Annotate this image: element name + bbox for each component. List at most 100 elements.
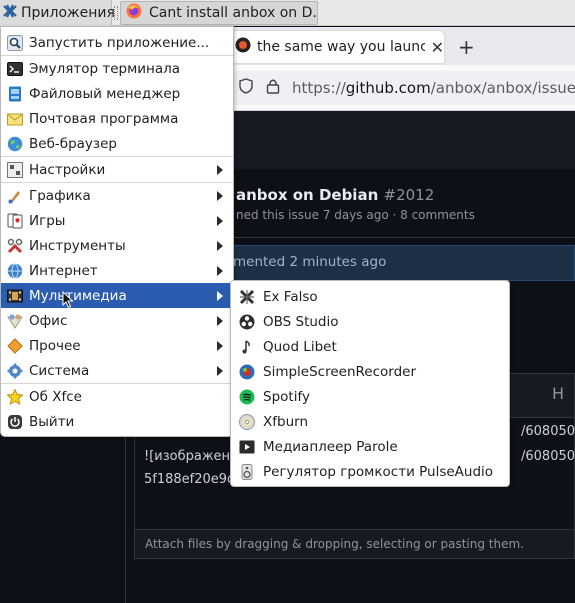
issue-title-text: anbox on Debian [236,186,379,204]
panel-separator [114,6,118,20]
menu-item-label: Графика [29,187,91,204]
menu-item-games[interactable]: Игры [1,208,233,233]
menu-item-mail[interactable]: Почтовая программа [1,106,233,131]
taskbar-window-button[interactable]: Cant install anbox on D... [120,1,318,25]
menu-item-label: Прочее [29,337,81,354]
submenu-item-pulseaudio-volume[interactable]: Регулятор громкости PulseAudio [231,459,509,484]
menu-item-label: Настройки [29,161,106,178]
tab-title: the same way you launch [257,39,425,55]
menu-item-label: Запустить приложение... [29,34,210,51]
menu-item-label: Файловый менеджер [29,85,181,102]
issue-number: #2012 [383,186,435,204]
submenu-arrow-icon [217,241,223,251]
tab-favicon-icon [235,37,251,57]
submenu-item-label: Ex Falso [263,288,318,305]
submenu-item-label: SimpleScreenRecorder [263,363,417,380]
logout-icon [7,414,23,430]
new-tab-icon[interactable]: + [458,35,475,59]
internet-icon [7,263,23,279]
firefox-icon [125,2,143,24]
menu-item-terminal[interactable]: Эмулятор терминала [1,56,233,81]
divider [232,237,575,238]
tab-close-icon[interactable]: ✕ [431,38,444,57]
issue-meta: ned this issue 7 days ago · 8 comments [236,208,475,222]
menu-item-label: Выйти [29,413,75,430]
menu-item-web-browser[interactable]: Веб-браузер [1,131,233,156]
submenu-item-label: OBS Studio [263,313,339,330]
menu-item-about-xfce[interactable]: Об Xfce [1,384,233,409]
submenu-item-quod-libet[interactable]: Quod Libet [231,334,509,359]
url-prefix: https:// [292,79,346,97]
obs-icon [239,314,255,330]
mail-icon [7,111,23,127]
multimedia-icon [7,288,23,304]
url-path: /anbox/anbox/issues/2 [430,79,575,97]
exfalso-icon [239,289,255,305]
submenu-arrow-icon [217,266,223,276]
applications-menu: Запустить приложение... Эмулятор термина… [0,26,234,437]
submenu-arrow-icon [217,291,223,301]
system-icon [7,363,23,379]
menu-item-label: Игры [29,212,66,229]
menu-item-other[interactable]: Прочее [1,333,233,358]
shield-icon[interactable] [238,78,254,98]
submenu-item-label: Spotify [263,388,310,405]
about-star-icon [7,388,23,405]
quodlibet-icon [239,339,255,355]
textarea-line-tail: /60805088 [521,449,575,464]
menu-item-graphics[interactable]: Графика [1,183,233,208]
spotify-icon [239,389,255,405]
submenu-arrow-icon [217,191,223,201]
issue-title: anbox on Debian #2012 [236,186,434,204]
submenu-item-label: Медиаплеер Parole [263,438,398,455]
submenu-item-label: Xfburn [263,413,308,430]
taskbar-window-title: Cant install anbox on D... [149,5,317,21]
menu-item-logout[interactable]: Выйти [1,409,233,434]
search-run-icon [7,34,23,51]
submenu-item-obs-studio[interactable]: OBS Studio [231,309,509,334]
submenu-item-spotify[interactable]: Spotify [231,384,509,409]
submenu-item-parole[interactable]: Медиаплеер Parole [231,434,509,459]
menu-item-office[interactable]: Офис [1,308,233,333]
comment-header: mented 2 minutes ago [232,245,575,281]
textarea-line: ![изображени [144,449,239,464]
menu-item-label: Почтовая программа [29,110,179,127]
heading-tool-button[interactable]: H [552,384,564,403]
submenu-item-ex-falso[interactable]: Ex Falso [231,284,509,309]
submenu-arrow-icon [217,165,223,175]
menu-item-label: Мультимедиа [29,287,127,304]
attach-files-bar[interactable]: Attach files by dragging & dropping, sel… [134,529,575,559]
submenu-arrow-icon [217,216,223,226]
menu-item-multimedia[interactable]: Мультимедиа [1,283,233,308]
attach-files-hint: Attach files by dragging & dropping, sel… [145,537,524,551]
submenu-item-xfburn[interactable]: Xfburn [231,409,509,434]
submenu-item-simplescreenrecorder[interactable]: SimpleScreenRecorder [231,359,509,384]
menu-item-file-manager[interactable]: Файловый менеджер [1,81,233,106]
submenu-arrow-icon [217,341,223,351]
settings-icon [7,161,23,178]
menu-item-system[interactable]: Система [1,358,233,383]
mouse-cursor-icon [62,290,74,313]
submenu-arrow-icon [217,316,223,326]
applications-menu-button[interactable]: Приложения [0,0,115,26]
menu-item-tools[interactable]: Инструменты [1,233,233,258]
menu-item-label: Эмулятор терминала [29,60,181,77]
submenu-arrow-icon [217,366,223,376]
textarea-line-tail: /60805088 [521,424,575,439]
url-bar[interactable]: https://github.com/anbox/anbox/issues/2 [232,71,575,105]
tools-icon [7,238,23,254]
menu-item-internet[interactable]: Интернет [1,258,233,283]
browser-tab[interactable]: the same way you launch ✕ [229,31,444,63]
menu-item-label: Интернет [29,262,98,279]
menu-item-run-program[interactable]: Запустить приложение... [1,30,233,55]
menu-item-label: Офис [29,312,68,329]
games-icon [7,213,23,229]
url-host: github.com [345,79,431,97]
menu-item-label: Инструменты [29,237,126,254]
file-manager-icon [7,86,23,102]
submenu-item-label: Quod Libet [263,338,337,355]
lock-icon[interactable] [266,78,280,98]
submenu-item-label: Регулятор громкости PulseAudio [263,463,494,480]
menu-item-settings[interactable]: Настройки [1,157,233,182]
applications-menu-label: Приложения [21,5,115,21]
